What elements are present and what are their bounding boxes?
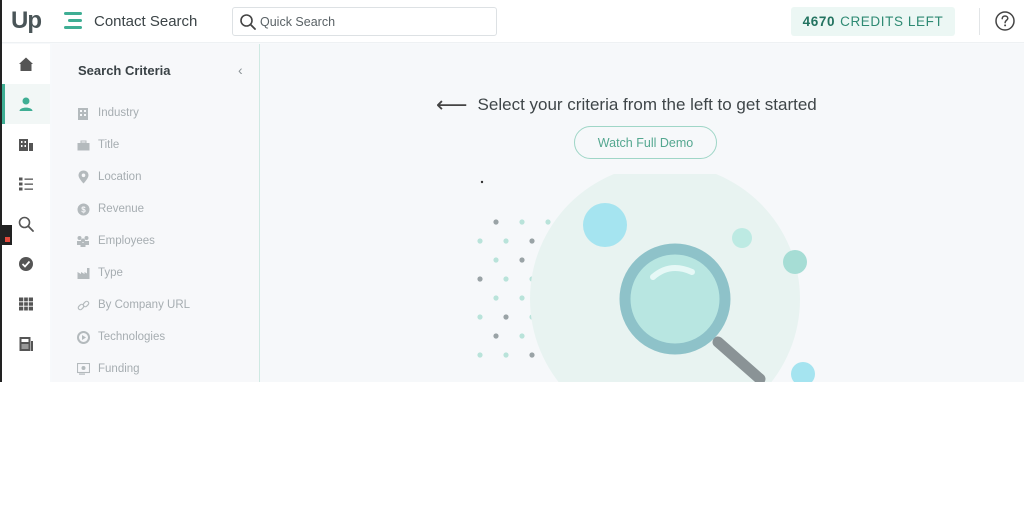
pattern-dot xyxy=(545,219,551,225)
left-nav xyxy=(2,44,50,382)
briefcase-icon xyxy=(76,138,90,152)
watch-demo-button[interactable]: Watch Full Demo xyxy=(574,126,717,159)
criteria-item-type[interactable]: Type xyxy=(76,262,123,284)
nav-lists[interactable] xyxy=(2,164,50,204)
pattern-dot xyxy=(503,352,509,358)
pattern-dot xyxy=(493,295,499,301)
criteria-item-revenue[interactable]: $ Revenue xyxy=(76,198,144,220)
collapse-panel-button[interactable]: ‹ xyxy=(238,62,243,78)
recording-indicator xyxy=(2,225,12,245)
nav-more[interactable] xyxy=(2,364,50,382)
pattern-dot xyxy=(477,314,483,320)
app-window: Up Contact Search 4670 CREDITS LEFT xyxy=(0,0,1024,382)
home-icon xyxy=(19,57,33,71)
pattern-dot xyxy=(519,219,525,225)
calculator-icon xyxy=(19,337,33,351)
pattern-dot xyxy=(519,257,525,263)
factory-icon xyxy=(76,266,90,280)
criteria-label: Employees xyxy=(98,235,155,247)
criteria-label: Funding xyxy=(98,363,140,375)
bubble-bottom xyxy=(791,362,815,382)
check-circle-icon xyxy=(19,257,33,271)
pattern-dot xyxy=(493,219,499,225)
list-icon xyxy=(19,177,33,191)
nav-companies[interactable] xyxy=(2,124,50,164)
gear-icon xyxy=(76,330,90,344)
pattern-dot xyxy=(477,238,483,244)
bubble-small xyxy=(732,228,752,248)
nav-calculator[interactable] xyxy=(2,324,50,364)
pattern-dot xyxy=(519,295,525,301)
criteria-label: By Company URL xyxy=(98,299,191,311)
criteria-item-industry[interactable]: Industry xyxy=(76,102,139,124)
credits-count: 4670 xyxy=(802,14,836,29)
funding-icon xyxy=(76,362,90,376)
pattern-dot xyxy=(529,238,535,244)
nav-contacts[interactable] xyxy=(2,84,50,124)
search-icon xyxy=(18,216,34,232)
top-bar: Up Contact Search 4670 CREDITS LEFT xyxy=(2,0,1024,43)
criteria-label: Type xyxy=(98,267,123,279)
criteria-title: Search Criteria xyxy=(78,63,171,78)
user-icon xyxy=(18,376,34,382)
pattern-dot xyxy=(477,352,483,358)
grid-icon xyxy=(19,297,33,311)
criteria-label: Revenue xyxy=(98,203,145,215)
location-pin-icon xyxy=(76,170,90,184)
logo[interactable]: Up xyxy=(11,7,42,35)
criteria-label: Location xyxy=(98,171,142,183)
dollar-icon: $ xyxy=(76,202,90,216)
criteria-label: Technologies xyxy=(98,331,166,343)
building-icon xyxy=(76,106,90,120)
link-icon xyxy=(76,298,90,312)
nav-home[interactable] xyxy=(2,44,50,84)
criteria-item-title[interactable]: Title xyxy=(76,134,119,156)
pattern-dot xyxy=(503,276,509,282)
criteria-item-technologies[interactable]: Technologies xyxy=(76,326,165,348)
instruction-text: Select your criteria from the left to ge… xyxy=(477,95,817,114)
pattern-dot xyxy=(519,333,525,339)
svg-text:$: $ xyxy=(81,205,86,214)
criteria-item-employees[interactable]: Employees xyxy=(76,230,155,252)
divider xyxy=(979,8,980,35)
quick-search[interactable] xyxy=(232,7,497,36)
pattern-dot xyxy=(503,238,509,244)
pattern-dot xyxy=(529,352,535,358)
empty-state-instruction: ⟵ Select your criteria from the left to … xyxy=(436,92,817,118)
page-title: Contact Search xyxy=(94,13,198,30)
main-content: ⟵ Select your criteria from the left to … xyxy=(260,44,1024,382)
bubble-large xyxy=(583,203,627,247)
bubble-right xyxy=(783,250,807,274)
quick-search-input[interactable] xyxy=(260,12,490,32)
search-illustration xyxy=(477,174,815,382)
contact-icon xyxy=(19,97,33,111)
search-icon xyxy=(240,14,256,30)
criteria-label: Industry xyxy=(98,107,139,119)
criteria-item-location[interactable]: Location xyxy=(76,166,141,188)
magnifier-lens xyxy=(619,243,731,355)
company-icon xyxy=(19,139,33,151)
arrow-left-icon: ⟵ xyxy=(436,92,468,117)
hamburger-menu-icon[interactable] xyxy=(64,12,82,30)
help-icon[interactable] xyxy=(994,10,1016,32)
criteria-item-company-url[interactable]: By Company URL xyxy=(76,294,190,316)
pattern-dot xyxy=(493,257,499,263)
pattern-dot xyxy=(477,276,483,282)
people-icon xyxy=(76,234,90,248)
nav-verified[interactable] xyxy=(2,244,50,284)
pattern-dot xyxy=(493,333,499,339)
pattern-dot xyxy=(503,314,509,320)
search-criteria-panel: Search Criteria ‹ Industry Title Locatio… xyxy=(52,44,260,382)
nav-grid[interactable] xyxy=(2,284,50,324)
credits-badge: 4670 CREDITS LEFT xyxy=(791,7,955,36)
criteria-item-funding[interactable]: Funding xyxy=(76,358,140,380)
criteria-label: Title xyxy=(98,139,120,151)
credits-label: CREDITS LEFT xyxy=(840,14,944,29)
